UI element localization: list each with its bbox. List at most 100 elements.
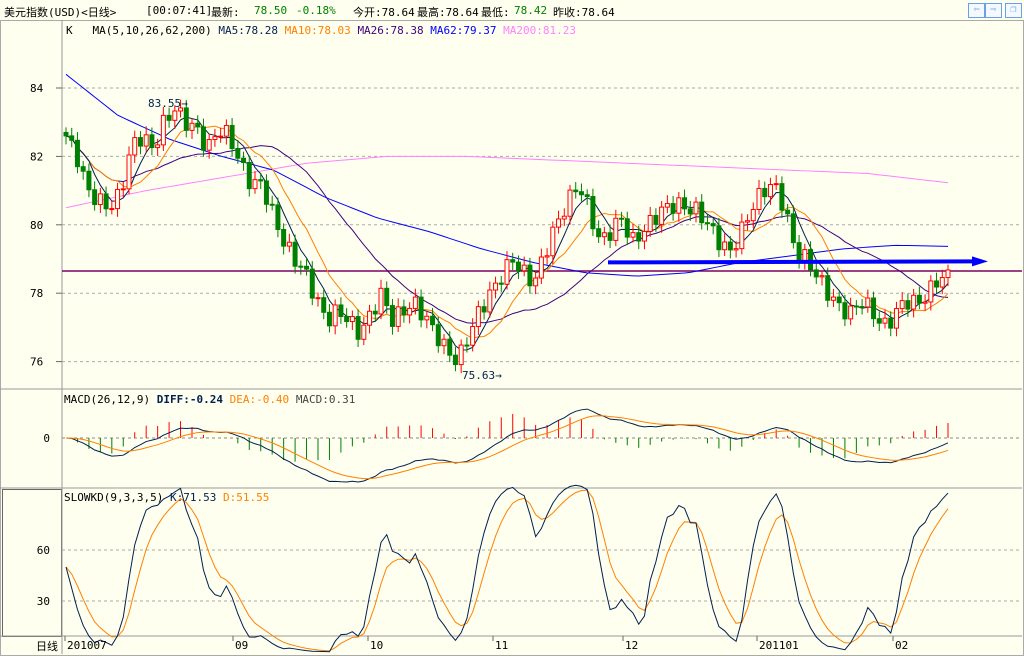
candle-body xyxy=(521,264,527,272)
x-tick-label: 201101 xyxy=(759,639,799,652)
candle-body xyxy=(607,232,613,241)
candle-body xyxy=(458,344,464,366)
candle-body xyxy=(412,296,418,309)
candle-body xyxy=(212,136,218,141)
candle-body xyxy=(510,259,516,263)
x-tick-label: 11 xyxy=(495,639,508,652)
candle-body xyxy=(704,222,710,225)
candle-body xyxy=(590,196,596,230)
candle-body xyxy=(349,316,355,323)
candle-body xyxy=(630,232,636,238)
y-tick-label: 82 xyxy=(30,150,43,163)
kd-d-line xyxy=(65,489,949,652)
ma62-line xyxy=(65,73,949,277)
candle-body xyxy=(286,241,292,247)
candle-body xyxy=(659,206,665,225)
candle-body xyxy=(155,144,161,149)
candle-body xyxy=(796,242,802,262)
candle-body xyxy=(641,230,647,242)
candle-body xyxy=(813,269,819,278)
candle-body xyxy=(275,204,281,230)
candle-body xyxy=(378,287,384,315)
candle-body xyxy=(395,306,401,327)
candle-body xyxy=(733,248,739,251)
candle-body xyxy=(126,154,132,190)
x-tick-label: 02 xyxy=(895,639,908,652)
candle-body xyxy=(441,338,447,347)
x-tick-label: 201007 xyxy=(67,639,107,652)
candle-body xyxy=(367,310,373,326)
candle-body xyxy=(699,201,705,224)
candle-body xyxy=(115,188,121,210)
candle-body xyxy=(498,282,504,285)
candle-body xyxy=(493,282,499,291)
candle-body xyxy=(893,308,899,329)
ma5-line xyxy=(65,116,949,351)
candle-body xyxy=(922,301,928,304)
candle-body xyxy=(69,135,75,141)
candle-body xyxy=(172,110,178,121)
candle-body xyxy=(361,324,367,340)
candle-body xyxy=(624,218,630,238)
candle-body xyxy=(745,220,751,223)
candle-body xyxy=(859,306,865,309)
candle-body xyxy=(664,203,670,208)
candle-body xyxy=(670,203,676,214)
high-annotation: 83.55→ xyxy=(148,97,188,110)
candle-body xyxy=(452,354,458,366)
kd-k-line xyxy=(65,484,949,653)
candle-body xyxy=(97,193,103,206)
chart-canvas[interactable]: 84 82 80 78 76 83.55→ 75.63→ 0 60 30 201007 09 10 11 1… xyxy=(0,0,1024,656)
candle-body xyxy=(601,232,607,238)
candle-body xyxy=(137,137,143,147)
candle-body xyxy=(556,218,562,228)
dea-line xyxy=(65,415,949,480)
candle-body xyxy=(716,225,722,251)
candle-body xyxy=(779,183,785,211)
candle-body xyxy=(326,311,332,327)
candle-body xyxy=(229,124,235,149)
candle-body xyxy=(527,264,533,287)
candle-body xyxy=(876,318,882,324)
candle-body xyxy=(676,197,682,214)
candle-body xyxy=(756,187,762,210)
candle-body xyxy=(905,300,911,310)
x-tick-label: 09 xyxy=(235,639,248,652)
candle-body xyxy=(447,338,453,356)
candle-body xyxy=(401,306,407,316)
candle-body xyxy=(825,275,831,301)
candle-body xyxy=(722,241,728,251)
candle-body xyxy=(916,294,922,304)
candle-body xyxy=(160,114,166,146)
x-tick-label: 10 xyxy=(370,639,383,652)
ma200-line xyxy=(65,155,949,209)
candle-body xyxy=(836,296,842,304)
candle-body xyxy=(183,107,189,131)
candle-body xyxy=(739,221,745,250)
candle-body xyxy=(189,122,195,131)
candle-body xyxy=(321,297,327,313)
candle-body xyxy=(218,135,224,138)
candle-body xyxy=(544,255,550,258)
candle-body xyxy=(143,134,149,147)
candle-body xyxy=(727,241,733,251)
candle-body xyxy=(830,296,836,301)
trend-arrow-line xyxy=(607,259,976,265)
low-annotation: 75.63→ xyxy=(462,369,502,382)
candle-body xyxy=(74,139,80,168)
candle-body xyxy=(435,324,441,347)
candle-body xyxy=(252,179,258,190)
candle-body xyxy=(269,203,275,206)
candle-body xyxy=(481,306,487,313)
candle-body xyxy=(344,316,350,323)
candle-body xyxy=(246,162,252,190)
candle-body xyxy=(424,315,430,321)
candle-body xyxy=(945,269,951,279)
candle-body xyxy=(619,217,625,220)
candle-body xyxy=(80,166,86,172)
x-tick-label: 12 xyxy=(625,639,638,652)
candle-body xyxy=(241,157,247,164)
trend-arrow-head xyxy=(972,256,988,267)
diff-line xyxy=(65,408,949,483)
candle-body xyxy=(166,114,172,121)
